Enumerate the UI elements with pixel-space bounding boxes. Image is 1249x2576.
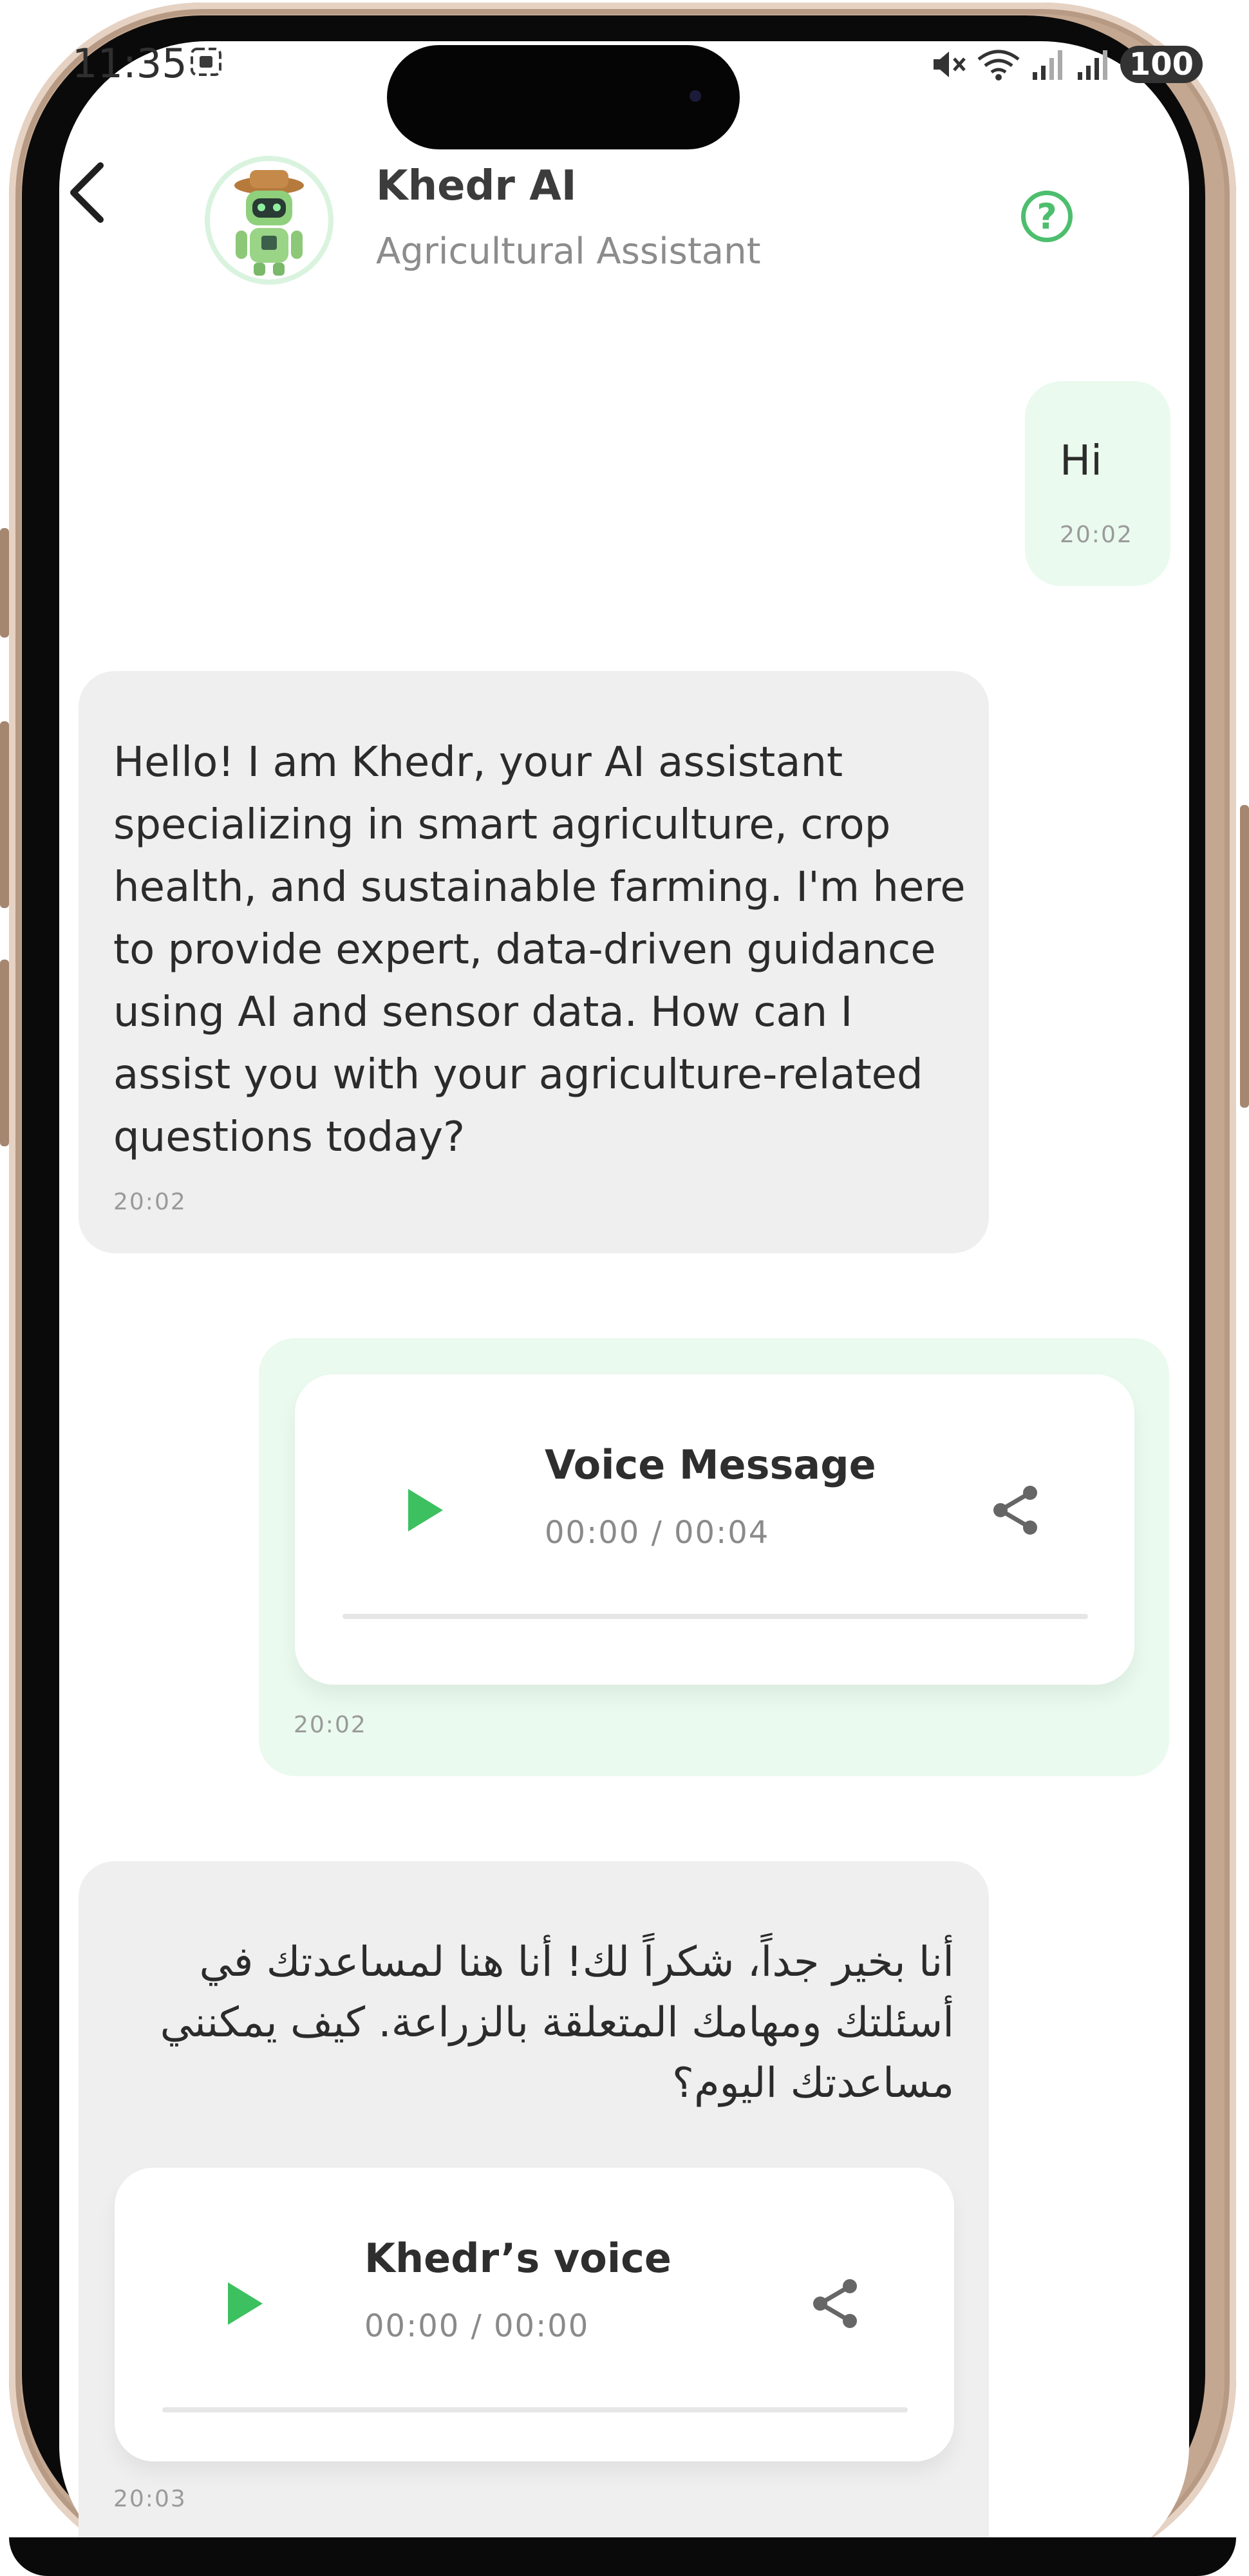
- back-button[interactable]: [52, 146, 122, 240]
- chat-title: Khedr AI: [376, 162, 577, 210]
- screen-record-icon: [191, 48, 221, 76]
- signal-icon: [1032, 50, 1062, 80]
- battery-indicator: 100: [1120, 46, 1203, 83]
- message-text: Hi: [1060, 437, 1102, 485]
- play-icon[interactable]: [224, 2280, 265, 2327]
- voice-progress-bar[interactable]: [162, 2407, 908, 2412]
- message-timestamp: 20:02: [113, 1189, 187, 1215]
- chevron-left-icon: [70, 162, 104, 223]
- voice-duration: 00:00 / 00:04: [545, 1515, 770, 1551]
- message-timestamp: 20:02: [294, 1712, 367, 1738]
- user-message-bubble: Hi 20:02: [1025, 381, 1170, 586]
- volume-up-button: [0, 721, 9, 908]
- bot-voice-player: Khedr’s voice 00:00 / 00:00: [115, 2168, 954, 2461]
- voice-progress-bar[interactable]: [343, 1614, 1088, 1619]
- dynamic-island: [387, 45, 740, 149]
- question-circle-icon: ?: [1037, 196, 1057, 237]
- volume-down-button: [0, 960, 9, 1146]
- bot-message-bubble: Hello! I am Khedr, your AI assistant spe…: [79, 671, 989, 1253]
- voice-title: Voice Message: [545, 1441, 876, 1488]
- voice-player: Voice Message 00:00 / 00:04: [295, 1374, 1134, 1685]
- status-icons: 100: [931, 45, 1203, 84]
- user-voice-message-bubble: Voice Message 00:00 / 00:04 20:02: [259, 1338, 1169, 1776]
- device-bottom-bezel: [9, 2537, 1236, 2576]
- power-button: [1240, 805, 1249, 1108]
- bot-message-bubble: أنا بخير جداً، شكراً لك! أنا هنا لمساعدت…: [79, 1861, 989, 2576]
- message-text: أنا بخير جداً، شكراً لك! أنا هنا لمساعدت…: [160, 1938, 954, 2107]
- message-timestamp: 20:02: [1060, 522, 1133, 548]
- status-time: 11:35: [72, 40, 187, 87]
- play-icon[interactable]: [404, 1486, 446, 1534]
- voice-duration: 00:00 / 00:00: [364, 2308, 590, 2344]
- bot-avatar: [210, 161, 328, 279]
- share-icon[interactable]: [991, 1484, 1040, 1537]
- wifi-icon: [977, 50, 1020, 80]
- mute-icon: [933, 52, 966, 77]
- message-timestamp: 20:03: [113, 2486, 187, 2512]
- message-text: Hello! I am Khedr, your AI assistant spe…: [113, 739, 966, 1161]
- share-icon[interactable]: [811, 2277, 860, 2330]
- signal-2-icon: [1077, 50, 1107, 80]
- mute-switch: [0, 528, 9, 638]
- help-button[interactable]: ?: [1021, 191, 1073, 242]
- voice-title: Khedr’s voice: [364, 2235, 671, 2282]
- robot-farmer-icon: [234, 170, 304, 276]
- chat-subtitle: Agricultural Assistant: [376, 231, 761, 272]
